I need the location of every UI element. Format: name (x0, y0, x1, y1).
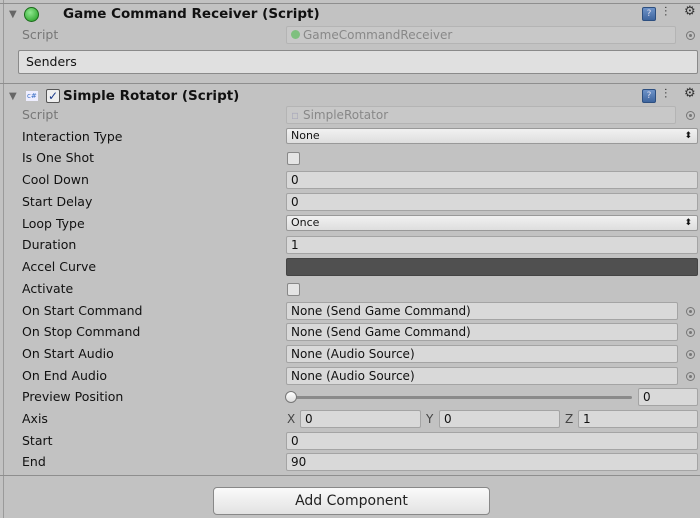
divider (0, 475, 700, 476)
help-icon[interactable]: ? (642, 7, 656, 21)
on-stop-command-label: On Stop Command (22, 324, 141, 339)
slider-thumb[interactable] (285, 391, 297, 403)
axis-x-input[interactable]: 0 (300, 410, 421, 428)
object-picker-icon[interactable] (686, 350, 695, 359)
gear-icon[interactable]: ⚙ (684, 86, 696, 101)
foldout-arrow-icon[interactable]: ▼ (9, 91, 17, 102)
duration-input[interactable]: 1 (286, 236, 698, 254)
start-delay-label: Start Delay (22, 194, 93, 209)
start-label: Start (22, 433, 53, 448)
cool-down-input[interactable]: 0 (286, 171, 698, 189)
object-picker-icon[interactable] (686, 111, 695, 120)
script-field[interactable]: GameCommandReceiver (286, 26, 676, 44)
divider (0, 3, 700, 4)
axis-y-label: Y (426, 412, 434, 426)
preview-position-input[interactable]: 0 (638, 388, 698, 406)
duration-label: Duration (22, 237, 77, 252)
senders-label: Senders (26, 54, 77, 69)
component-title: Game Command Receiver (Script) (63, 6, 320, 22)
script-field[interactable]: ▫ SimpleRotator (286, 106, 676, 124)
cool-down-label: Cool Down (22, 172, 89, 187)
panel-border (3, 0, 4, 518)
axis-x-label: X (287, 412, 296, 426)
enabled-checkbox[interactable]: ✓ (46, 89, 60, 103)
object-picker-icon[interactable] (686, 307, 695, 316)
script-label: Script (22, 27, 59, 42)
axis-z-input[interactable]: 1 (578, 410, 698, 428)
loop-type-label: Loop Type (22, 216, 85, 231)
csharp-script-icon: c# (26, 91, 38, 101)
accel-curve-field[interactable] (286, 258, 698, 276)
preview-position-label: Preview Position (22, 389, 124, 404)
axis-y-input[interactable]: 0 (439, 410, 560, 428)
foldout-arrow-icon[interactable]: ▼ (9, 9, 17, 20)
interaction-type-label: Interaction Type (22, 129, 123, 144)
gear-icon[interactable]: ⚙ (684, 4, 696, 19)
axis-z-label: Z (565, 412, 574, 426)
accel-curve-label: Accel Curve (22, 259, 97, 274)
script-component-icon (24, 7, 39, 22)
component-title: Simple Rotator (Script) (63, 88, 240, 104)
divider (0, 83, 700, 84)
interaction-type-value: None (291, 129, 320, 142)
start-input[interactable]: 0 (286, 432, 698, 450)
start-delay-input[interactable]: 0 (286, 193, 698, 211)
help-icon[interactable]: ? (642, 89, 656, 103)
senders-list[interactable]: Senders (18, 50, 698, 74)
on-start-audio-label: On Start Audio (22, 346, 114, 361)
on-end-audio-label: On End Audio (22, 368, 107, 383)
activate-label: Activate (22, 281, 74, 296)
add-component-button[interactable]: Add Component (213, 487, 490, 515)
loop-type-value: Once (291, 216, 320, 229)
dropdown-arrow-icon: ⬍ (684, 131, 692, 141)
is-one-shot-checkbox[interactable] (287, 152, 300, 165)
on-start-audio-field[interactable]: None (Audio Source) (286, 345, 678, 363)
is-one-shot-label: Is One Shot (22, 150, 95, 165)
object-picker-icon[interactable] (686, 372, 695, 381)
object-picker-icon[interactable] (686, 31, 695, 40)
end-label: End (22, 454, 46, 469)
axis-label: Axis (22, 411, 48, 426)
object-picker-icon[interactable] (686, 328, 695, 337)
on-end-audio-field[interactable]: None (Audio Source) (286, 367, 678, 385)
script-value: GameCommandReceiver (303, 28, 453, 42)
script-value: SimpleRotator (302, 108, 389, 122)
preview-position-slider[interactable] (290, 396, 632, 399)
interaction-type-dropdown[interactable]: None ⬍ (286, 128, 698, 144)
on-start-command-field[interactable]: None (Send Game Command) (286, 302, 678, 320)
preset-icon[interactable]: ⫶ (664, 87, 667, 102)
dropdown-arrow-icon: ⬍ (684, 218, 692, 228)
script-label: Script (22, 107, 59, 122)
activate-checkbox[interactable] (287, 283, 300, 296)
on-start-command-label: On Start Command (22, 303, 143, 318)
preset-icon[interactable]: ⫶ (664, 5, 667, 20)
loop-type-dropdown[interactable]: Once ⬍ (286, 215, 698, 231)
end-input[interactable]: 90 (286, 453, 698, 471)
on-stop-command-field[interactable]: None (Send Game Command) (286, 323, 678, 341)
